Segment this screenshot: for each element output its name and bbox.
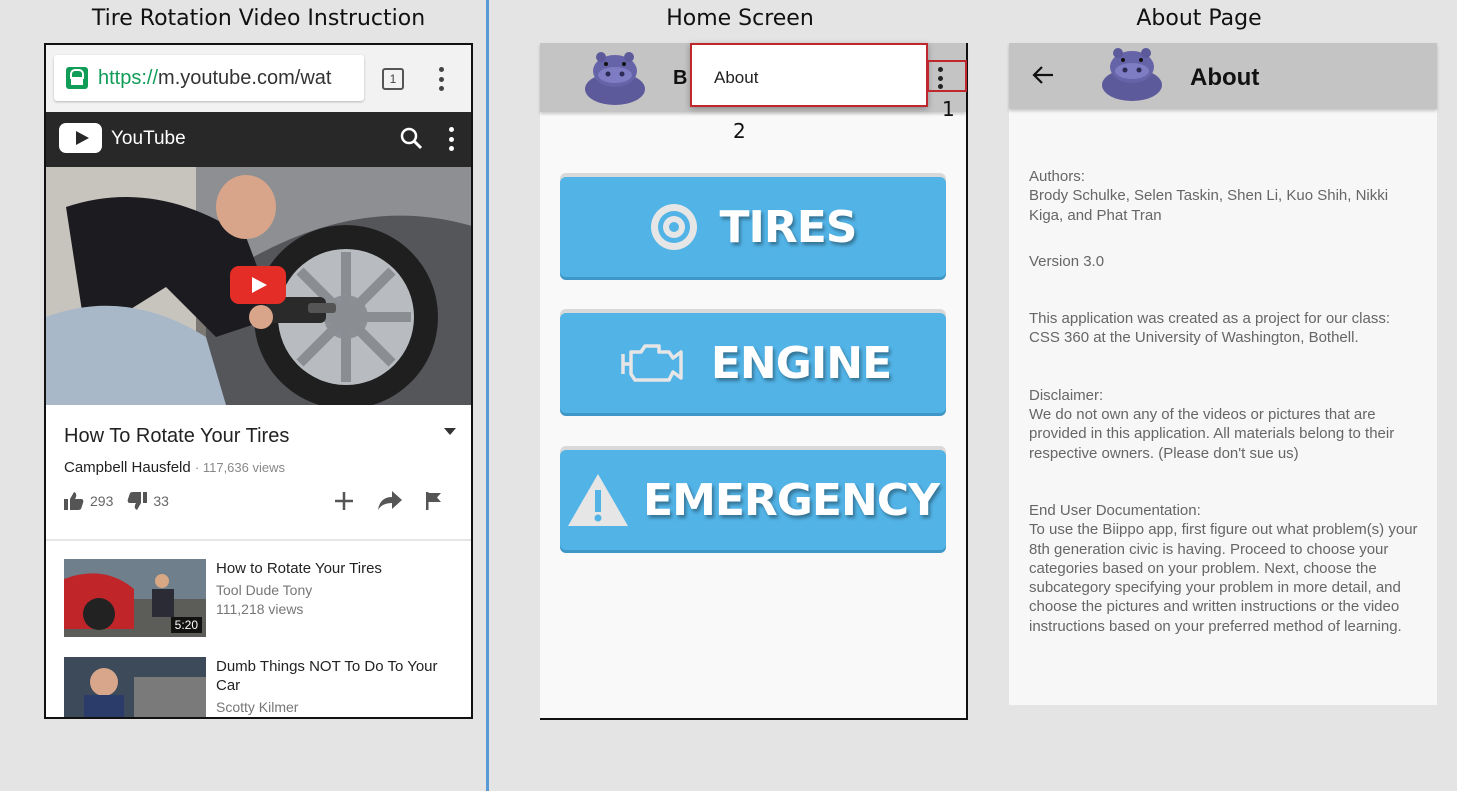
more-vert-icon[interactable] (448, 127, 454, 151)
disclaimer-label: Disclaimer: (1029, 386, 1104, 404)
version-text: Version 3.0 (1029, 252, 1105, 270)
highlight-box (927, 60, 967, 92)
list-item[interactable]: 5:20 How to Rotate Your Tires Tool Dude … (64, 559, 464, 639)
thumbs-up-icon[interactable] (64, 492, 84, 510)
panel-divider (486, 0, 489, 791)
related-channel: Scotty Kilmer (216, 699, 299, 715)
flag-icon[interactable] (426, 492, 442, 510)
hippo-logo-icon (1102, 48, 1162, 101)
caption-about: About Page (1136, 6, 1262, 31)
related-views: 111,218 views (216, 601, 304, 617)
overflow-menu: About (690, 43, 928, 107)
tire-icon (651, 204, 698, 250)
video-rating: 293 33 (64, 492, 169, 510)
divider (46, 539, 471, 541)
app-bar: B About (540, 43, 967, 112)
browser-toolbar: https://m.youtube.com/wat 1 (46, 45, 471, 112)
menu-item-about[interactable]: About (714, 68, 758, 88)
youtube-logo-icon[interactable] (59, 123, 102, 153)
share-icon[interactable] (378, 491, 402, 511)
engine-icon (621, 344, 683, 382)
more-vert-icon[interactable] (937, 67, 943, 89)
url-bar[interactable]: https://m.youtube.com/wat (54, 55, 364, 101)
thumbnail-image (64, 657, 206, 717)
emergency-label: EMERGENCY (643, 474, 940, 526)
list-item[interactable]: Dumb Things NOT To Do To Your Car Scotty… (64, 657, 464, 717)
youtube-brand: YouTube (111, 128, 186, 149)
related-title: How to Rotate Your Tires (216, 560, 382, 577)
authors-label: Authors: (1029, 168, 1085, 185)
home-screen: B About 1 2 TIRES ENGINE EMERGENCY (540, 43, 968, 720)
app-title: B (673, 67, 688, 89)
docs-text: To use the Biippo app, first figure out … (1029, 521, 1418, 635)
duration-badge: 5:20 (170, 617, 202, 633)
chevron-down-icon[interactable] (444, 428, 456, 435)
about-content: Authors: Brody Schulke, Selen Taskin, Sh… (1029, 167, 1424, 636)
thumbs-down-icon[interactable] (127, 492, 148, 510)
video-thumbnail[interactable] (64, 657, 206, 717)
tires-button[interactable]: TIRES (560, 173, 946, 277)
caption-home: Home Screen (666, 6, 814, 31)
authors-text: Brody Schulke, Selen Taskin, Shen Li, Ku… (1029, 187, 1389, 224)
app-bar: About (1009, 43, 1437, 109)
search-icon[interactable] (399, 126, 423, 150)
annotation-label: 1 (942, 97, 955, 121)
url-text: https://m.youtube.com/wat (98, 66, 332, 89)
lock-icon (66, 67, 88, 89)
about-screen: About Authors: Brody Schulke, Selen Task… (1009, 43, 1437, 705)
video-player[interactable] (46, 167, 471, 405)
disclaimer-text: We do not own any of the videos or pictu… (1029, 406, 1395, 462)
likes-count: 293 (90, 493, 114, 509)
engine-button[interactable]: ENGINE (560, 309, 946, 413)
docs-label: End User Documentation: (1029, 501, 1201, 519)
caption-youtube: Tire Rotation Video Instruction (91, 6, 426, 31)
emergency-button[interactable]: EMERGENCY (560, 446, 946, 550)
play-icon[interactable] (230, 266, 286, 304)
video-title: How To Rotate Your Tires (64, 425, 290, 447)
page-title: About (1190, 64, 1260, 91)
related-title: Dumb Things NOT To Do To Your Car (216, 658, 438, 694)
back-arrow-icon[interactable] (1031, 65, 1055, 85)
dislikes-count: 33 (153, 493, 169, 509)
tabs-icon[interactable]: 1 (382, 68, 404, 90)
engine-label: ENGINE (710, 337, 892, 389)
video-actions (334, 491, 442, 511)
youtube-screen: https://m.youtube.com/wat 1 YouTube How … (44, 43, 473, 719)
video-thumbnail[interactable]: 5:20 (64, 559, 206, 637)
annotation-label: 2 (733, 119, 746, 143)
hippo-logo-icon (585, 52, 645, 105)
add-icon[interactable] (334, 491, 354, 511)
tires-label: TIRES (719, 201, 857, 253)
class-info-text: This application was created as a projec… (1029, 310, 1391, 347)
related-channel: Tool Dude Tony (216, 582, 313, 598)
video-channel[interactable]: Campbell Hausfeld · 117,636 views (64, 459, 285, 476)
more-vert-icon[interactable] (438, 67, 444, 91)
warning-icon (568, 474, 629, 526)
youtube-header: YouTube (46, 112, 471, 167)
